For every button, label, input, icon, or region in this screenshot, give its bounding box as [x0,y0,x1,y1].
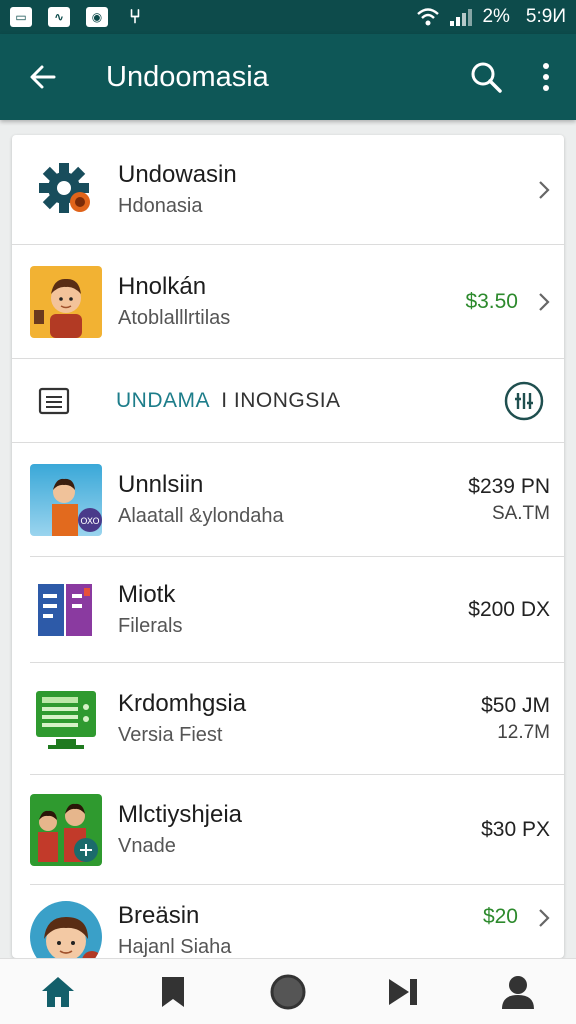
page-title: Undoomasia [106,60,269,93]
clock: 5:9И [525,6,566,27]
item-title: Undowasin [118,160,237,188]
item-meta: SA.TM [491,502,550,524]
item-price: $30 PX [481,817,550,841]
nav-circle-button[interactable] [258,962,318,1022]
item-subtitle: Hajanl Siaha [118,936,232,958]
item-title: Hnolkán [118,272,207,300]
back-button[interactable] [0,62,86,92]
content-card: Undowasin Hdonasia Hnolkán Atoblalllrtil… [12,135,564,958]
item-title: Miotk [118,580,176,608]
person-icon [502,975,535,1009]
person-icon [34,278,82,338]
more-vert-icon [543,63,549,91]
monitor-icon [36,690,96,749]
bottom-navigation [0,958,576,1024]
item-meta: 12.7M [497,721,550,743]
section-title: UNDAMA [116,388,209,412]
app-bar: Undoomasia [0,34,576,120]
list-item[interactable]: Miotk Filerals $200 DX [30,557,564,663]
item-price: $3.50 [465,289,518,313]
monitor-app-thumb [30,682,102,755]
list-item[interactable]: Krdomhgsia Versia Fiest $50 JM 12.7M [30,663,564,775]
activity-icon: ∿ [48,7,70,27]
screen-icon: ▭ [10,7,32,27]
list-item[interactable]: Undowasin Hdonasia [12,135,564,245]
filter-icon [504,381,544,420]
item-title: Mlctiyshjeia [118,800,243,828]
item-price: $239 PN [468,474,550,498]
more-options-button[interactable] [516,62,576,92]
settings-app-thumb [30,153,102,226]
list-icon [38,386,98,416]
circle-icon [270,974,306,1009]
item-price: $20 [482,905,518,928]
files-app-thumb [30,573,102,646]
section-header: UNDAMA I INONGSIA [12,359,564,443]
list-item[interactable]: OXO Unnlsiin Alaatall &ylondaha $239 PN … [30,443,564,557]
nav-next-button[interactable] [373,962,433,1022]
person-icon: OXO [52,478,102,536]
item-title: Krdomhgsia [118,689,247,717]
search-icon [471,62,502,93]
arrow-back-icon [30,65,56,89]
list-item[interactable]: Breäsin Hajanl Siaha $20 [30,885,564,958]
item-subtitle: Hdonasia [118,194,203,217]
item-subtitle: Alaatall &ylondaha [118,504,284,527]
filter-button[interactable] [484,381,564,421]
nav-profile-button[interactable] [488,962,548,1022]
list-item[interactable]: Hnolkán Atoblalllrtilas $3.50 [12,245,564,359]
battery-level: 2% [482,6,510,27]
section-title-secondary: I INONGSIA [221,388,341,412]
status-bar: ▭ ∿ ◉ ⑂ 2% 5:9И [0,0,576,34]
home-icon [41,976,74,1007]
nav-bookmarks-button[interactable] [143,962,203,1022]
gear-icon [39,162,90,213]
files-icon [38,583,92,636]
signal-icon [450,9,473,26]
chevron-right-icon [524,291,564,313]
item-title: Unnlsiin [118,470,204,498]
chevron-right-icon [524,901,564,929]
item-title: Breäsin [118,902,200,929]
person-icon [44,917,102,958]
item-subtitle: Filerals [118,614,183,637]
item-subtitle: Vnade [118,834,176,857]
group-photo-thumb [30,793,102,866]
svg-text:OXO: OXO [80,517,99,527]
item-price: $50 JM [481,693,550,717]
people-icon [38,803,98,862]
avatar-thumb [30,901,102,958]
item-subtitle: Atoblalllrtilas [118,306,231,329]
search-button[interactable] [456,60,516,94]
photo-thumb: OXO [30,463,102,536]
item-subtitle: Versia Fiest [118,723,223,746]
wifi-icon [417,8,440,26]
list-item[interactable]: Mlctiyshjeia Vnade $30 PX [30,775,564,885]
bookmark-icon [161,976,184,1007]
usb-icon: ⑂ [129,5,141,28]
item-price: $200 DX [468,597,550,621]
skip-next-icon [389,978,418,1005]
person-avatar-thumb [30,265,102,338]
nav-home-button[interactable] [28,962,88,1022]
chevron-right-icon [524,179,564,201]
record-icon: ◉ [86,7,108,27]
